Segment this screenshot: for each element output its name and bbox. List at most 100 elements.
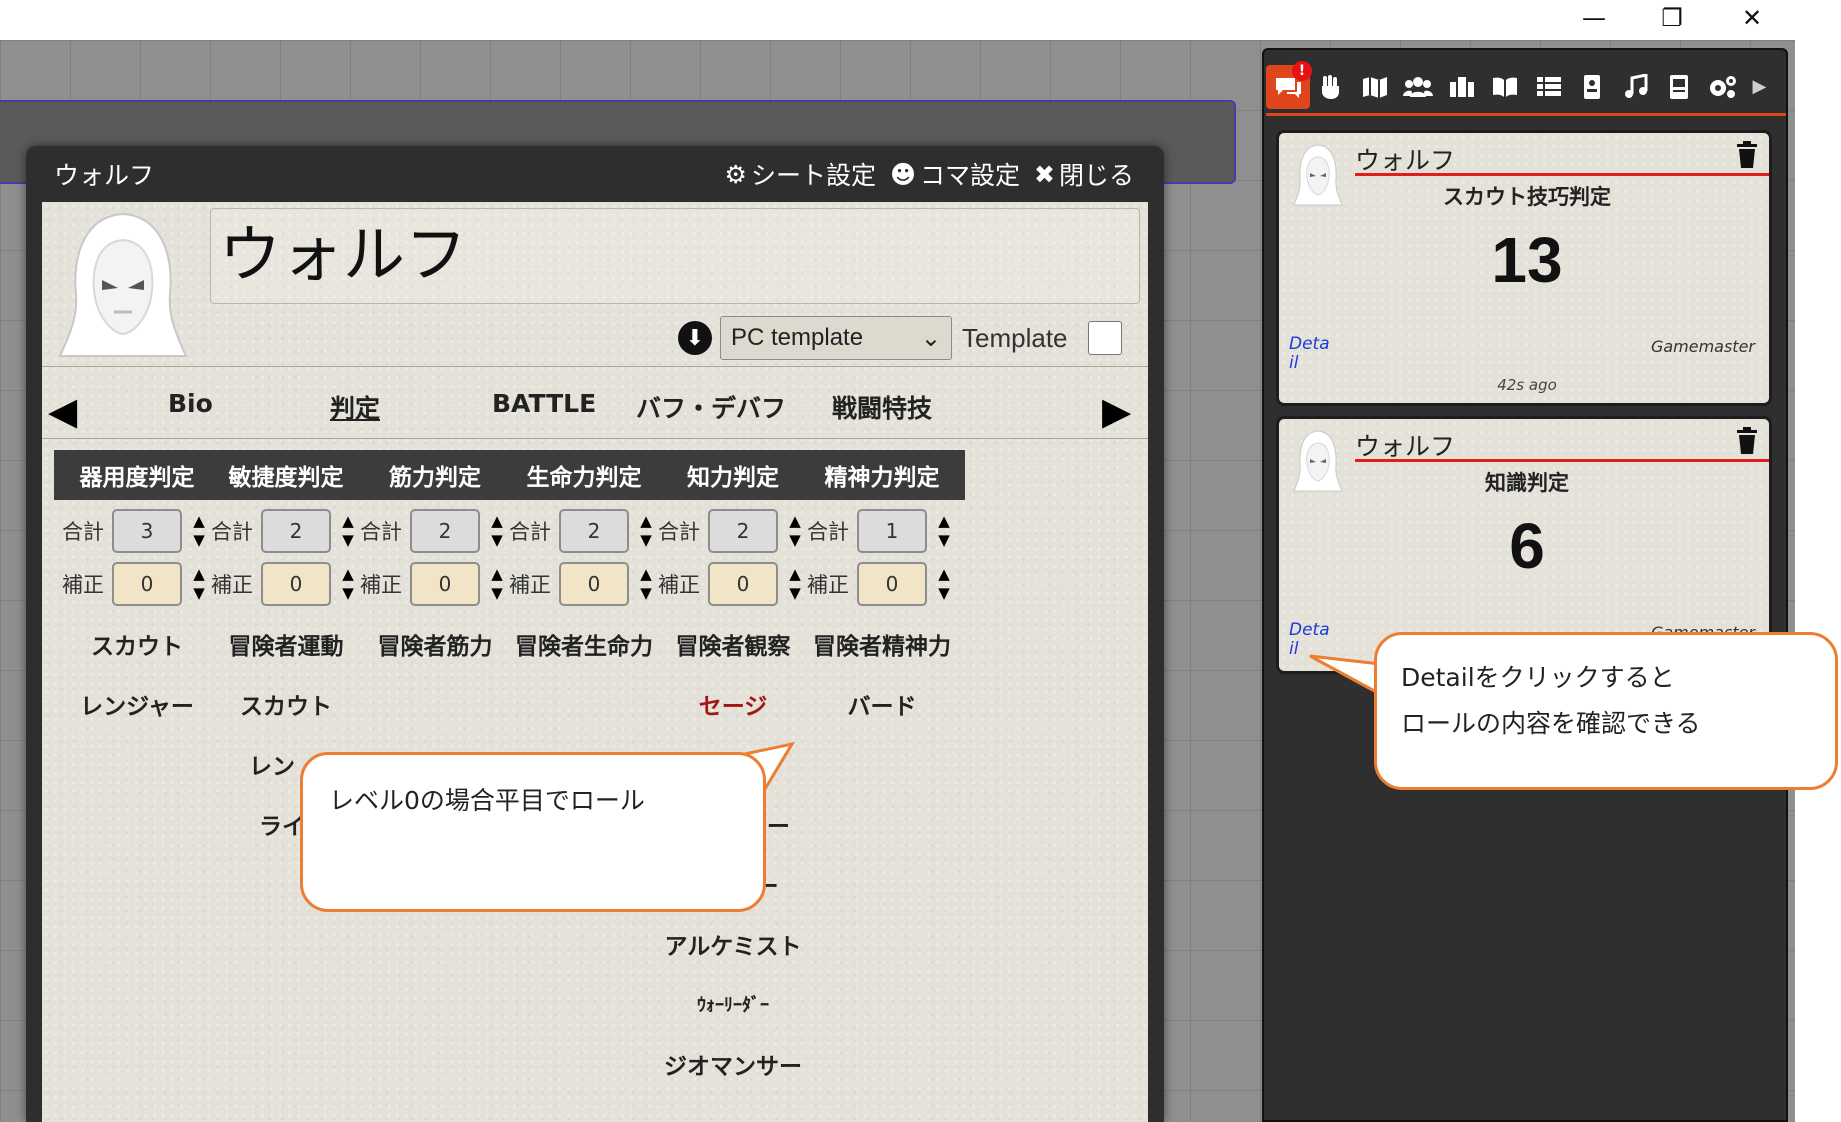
book-icon[interactable] xyxy=(1484,65,1528,109)
users-icon[interactable] xyxy=(1397,65,1441,109)
mod-input[interactable]: 0 xyxy=(410,562,480,606)
tab-next-arrow-icon[interactable]: ▶ xyxy=(1102,389,1131,433)
mod-input[interactable]: 0 xyxy=(112,562,182,606)
total-input[interactable]: 2 xyxy=(559,509,629,553)
spinner-arrows-icon[interactable]: ▲ ▼ xyxy=(931,565,957,603)
message-sender-role: Gamemaster xyxy=(1650,337,1755,356)
mod-input[interactable]: 0 xyxy=(708,562,778,606)
callout-detail: Detailをクリックすると ロールの内容を確認できる xyxy=(1374,632,1838,790)
close-dialog-label: 閉じる xyxy=(1058,161,1134,190)
skill-button[interactable]: 冒険者運動 xyxy=(203,614,369,674)
total-label: 合計 xyxy=(807,520,849,544)
notebook-icon[interactable] xyxy=(1571,65,1615,109)
list-icon[interactable] xyxy=(1527,65,1571,109)
total-input[interactable]: 3 xyxy=(112,509,182,553)
skill-button[interactable]: 冒険者生命力 xyxy=(501,614,667,674)
column-header[interactable]: 生命力判定 xyxy=(501,450,667,500)
mod-input[interactable]: 0 xyxy=(559,562,629,606)
tab-battle[interactable]: BATTLE xyxy=(492,389,596,418)
document-icon[interactable] xyxy=(1658,65,1702,109)
column-header[interactable]: 器用度判定 xyxy=(54,450,220,500)
total-row: 合計 2 ▲ ▼ xyxy=(650,509,816,553)
roll-result: 13 xyxy=(1491,224,1563,296)
skill-button[interactable]: ジオマンサー xyxy=(650,1034,816,1094)
token-settings-button[interactable]: ☻ コマ設定 xyxy=(890,156,1020,192)
character-sheet: ウォルフ ⬇ PC template ⌄ Template ◀ Bio 判定 B… xyxy=(42,202,1148,1122)
mod-row: 補正 0 ▲ ▼ xyxy=(352,562,518,606)
mod-label: 補正 xyxy=(807,573,849,597)
spinner-arrows-icon[interactable]: ▲ ▼ xyxy=(931,512,957,550)
trash-icon[interactable] xyxy=(1735,427,1759,455)
mod-input[interactable]: 0 xyxy=(857,562,927,606)
total-input[interactable]: 2 xyxy=(410,509,480,553)
skill-button[interactable]: ｳｫｰﾘｰﾀﾞｰ xyxy=(650,974,816,1034)
character-name-input[interactable]: ウォルフ xyxy=(210,208,1140,304)
mod-row: 補正 0 ▲ ▼ xyxy=(799,562,965,606)
cards-icon[interactable] xyxy=(1440,65,1484,109)
minimize-button[interactable]: — xyxy=(1564,0,1624,36)
column-header[interactable]: 知力判定 xyxy=(650,450,816,500)
total-input[interactable]: 2 xyxy=(708,509,778,553)
settings-icon[interactable] xyxy=(1701,65,1745,109)
column-header[interactable]: 筋力判定 xyxy=(352,450,518,500)
template-select[interactable]: PC template ⌄ xyxy=(720,316,952,360)
skill-button[interactable]: 冒険者筋力 xyxy=(352,614,518,674)
total-label: 合計 xyxy=(509,520,551,544)
sheet-tabs: ◀ Bio 判定 BATTLE バフ・デバフ 戦闘特技 ▶ xyxy=(42,377,1148,437)
message-timestamp: 42s ago xyxy=(1497,376,1557,394)
window-titlebar: — ❐ ✕ xyxy=(0,0,1841,40)
skill-button[interactable]: レンジャー xyxy=(54,674,220,734)
tab-buff-debuff[interactable]: バフ・デバフ xyxy=(636,389,786,425)
roll-type: 知識判定 xyxy=(1485,471,1569,495)
skill-button-sage[interactable]: セージ xyxy=(650,674,816,734)
check-column-vitality: 生命力判定 合計 2 ▲ ▼ 補正 0 ▲ ▼ 冒険者生命力 xyxy=(501,450,667,674)
template-checkbox[interactable] xyxy=(1087,321,1122,355)
detail-link[interactable]: Detail xyxy=(1289,335,1331,373)
tab-checks[interactable]: 判定 xyxy=(330,389,380,425)
callout-detail-line2: ロールの内容を確認できる xyxy=(1401,709,1701,738)
divider xyxy=(42,438,1148,439)
column-header[interactable]: 敏捷度判定 xyxy=(203,450,369,500)
trash-icon[interactable] xyxy=(1735,141,1759,169)
template-row: ⬇ PC template ⌄ Template xyxy=(678,316,1122,360)
total-input[interactable]: 2 xyxy=(261,509,331,553)
notification-badge: ! xyxy=(1292,60,1312,81)
skill-button[interactable]: 冒険者精神力 xyxy=(799,614,965,674)
dice-hand-icon[interactable] xyxy=(1310,65,1354,109)
tab-combat-feats[interactable]: 戦闘特技 xyxy=(832,389,932,425)
close-dialog-button[interactable]: ✖ 閉じる xyxy=(1034,156,1134,192)
skill-button[interactable]: アルケミスト xyxy=(650,914,816,974)
skill-button[interactable]: スカウト xyxy=(203,674,369,734)
tab-prev-arrow-icon[interactable]: ◀ xyxy=(48,389,77,433)
skill-button[interactable]: スカウト xyxy=(54,614,220,674)
message-underline xyxy=(1355,173,1769,176)
gear-icon: ⚙ xyxy=(724,159,747,189)
roll-result: 6 xyxy=(1509,510,1545,582)
sheet-settings-button[interactable]: ⚙ シート設定 xyxy=(725,156,876,192)
chat-message: ウォルフ スカウト技巧判定 13 Detail Gamemaster 42s a… xyxy=(1276,130,1772,406)
total-input[interactable]: 1 xyxy=(857,509,927,553)
token-icon: ☻ xyxy=(889,159,917,189)
mod-row: 補正 0 ▲ ▼ xyxy=(501,562,667,606)
skill-button[interactable]: 冒険者観察 xyxy=(650,614,816,674)
column-header[interactable]: 精神力判定 xyxy=(799,450,965,500)
chat-icon[interactable]: ! xyxy=(1266,60,1312,109)
chevron-down-icon: ⌄ xyxy=(920,324,941,352)
download-icon[interactable]: ⬇ xyxy=(678,321,712,355)
dialog-actions: ⚙ シート設定 ☻ コマ設定 ✖ 閉じる xyxy=(725,156,1134,192)
skill-button[interactable]: バード xyxy=(799,674,965,734)
music-icon[interactable] xyxy=(1614,65,1658,109)
restore-button[interactable]: ❐ xyxy=(1642,0,1702,36)
tab-bio[interactable]: Bio xyxy=(168,389,213,418)
callout-level0: レベル0の場合平目でロール xyxy=(300,752,766,912)
callout-detail-line1: Detailをクリックすると xyxy=(1401,663,1675,692)
mod-label: 補正 xyxy=(360,573,402,597)
close-window-button[interactable]: ✕ xyxy=(1722,0,1782,36)
mod-input[interactable]: 0 xyxy=(261,562,331,606)
hooded-avatar-icon[interactable] xyxy=(58,210,188,360)
total-row: 合計 2 ▲ ▼ xyxy=(203,509,369,553)
dialog-title: ウォルフ xyxy=(54,161,155,190)
map-icon[interactable] xyxy=(1353,65,1397,109)
toolbar-more-arrow-icon[interactable]: ▶ xyxy=(1753,76,1767,97)
sheet-settings-label: シート設定 xyxy=(750,161,876,190)
